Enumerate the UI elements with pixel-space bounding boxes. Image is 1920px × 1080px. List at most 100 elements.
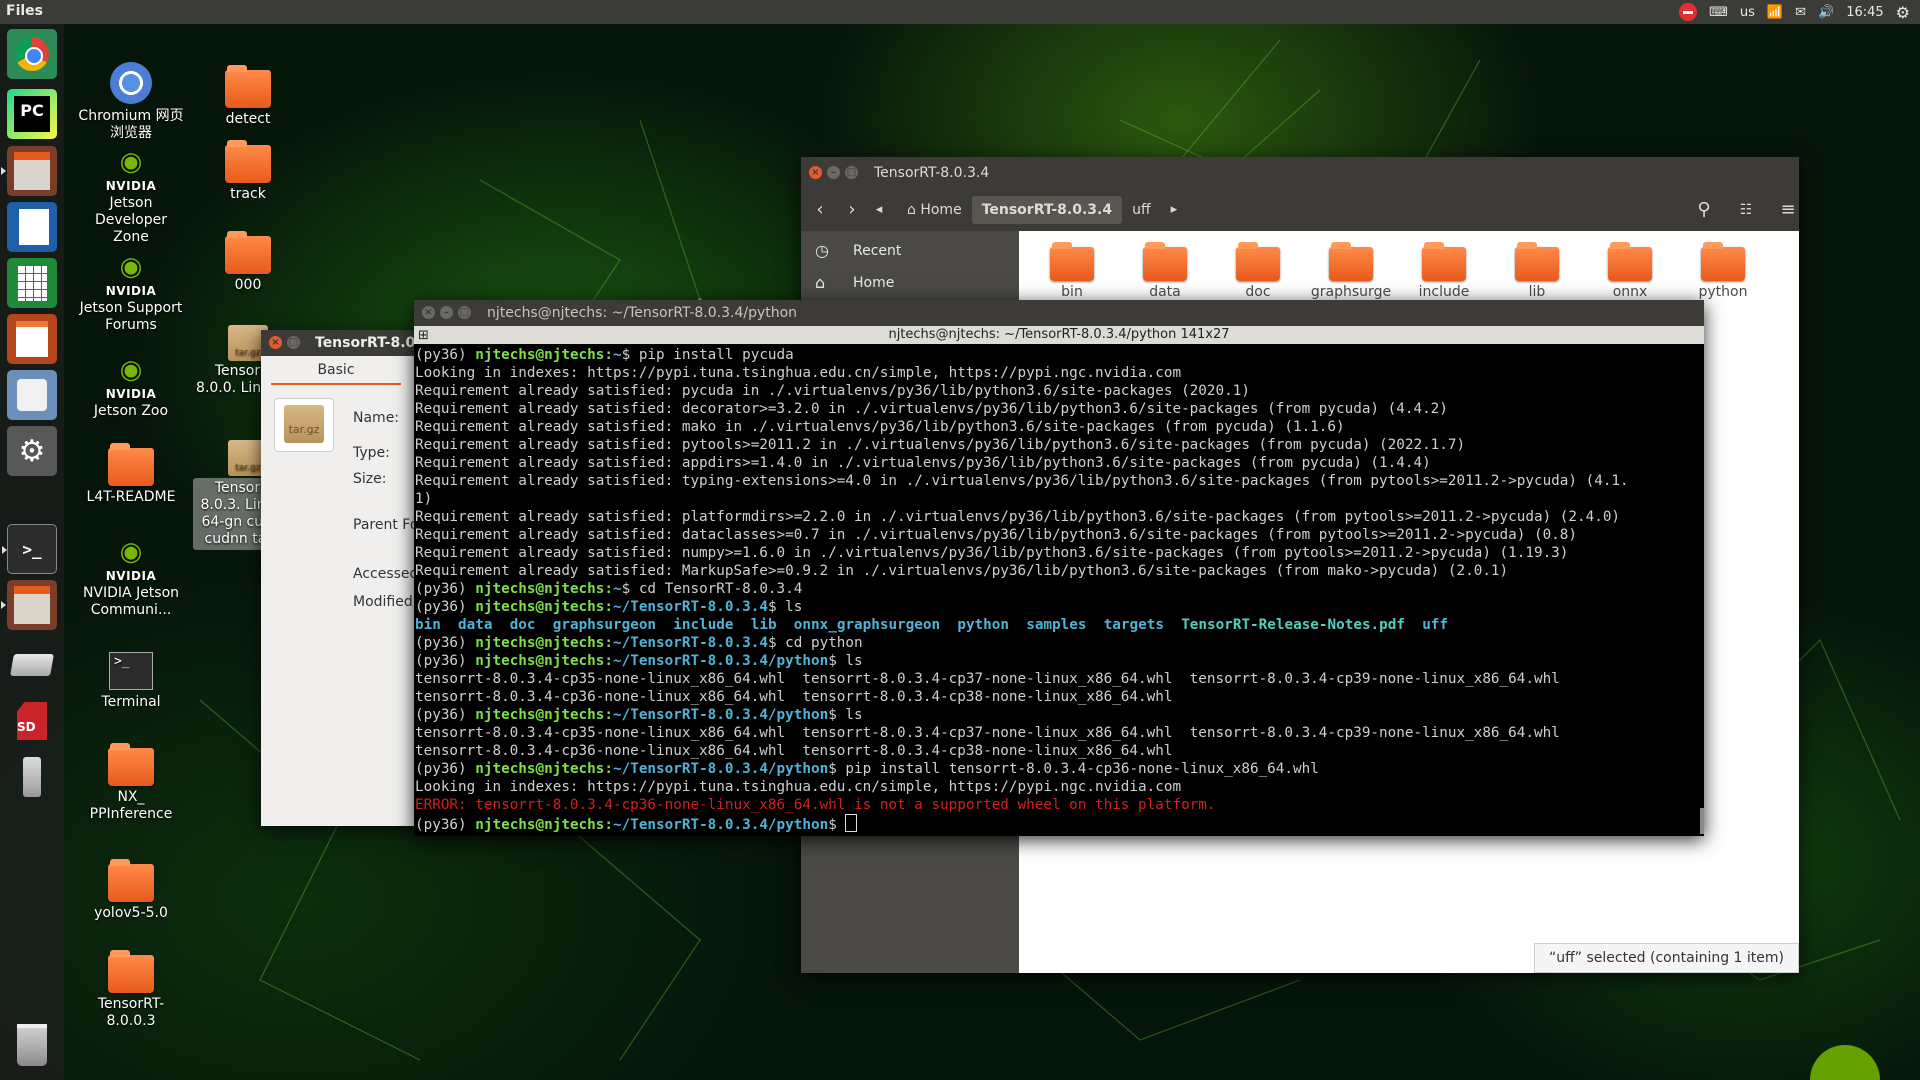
desktop-icon-jetson-zoo[interactable]: ◉ NVIDIA Jetson Zoo	[76, 357, 186, 420]
maximize-icon[interactable]: □	[458, 306, 471, 319]
desktop-icon-jetson-developer-zone[interactable]: ◉ NVIDIA Jetson Developer Zone	[76, 149, 186, 246]
ls-dir: onnx_graphsurgeon	[793, 617, 941, 633]
ls-gap	[734, 617, 751, 633]
desktop-icon-tensorrt-8003[interactable]: TensorRT-8.0.0.3	[76, 950, 186, 1030]
active-app-name[interactable]: Files	[6, 3, 43, 19]
software-center-launcher-icon[interactable]	[7, 370, 57, 420]
crumb-tensorrt[interactable]: TensorRT-8.0.3.4	[971, 196, 1123, 224]
keyboard-icon[interactable]: ⌨	[1709, 5, 1728, 20]
folder-item-onnx[interactable]: onnx	[1585, 241, 1675, 300]
menu-icon[interactable]: ≡	[1773, 196, 1803, 224]
clock[interactable]: 16:45	[1846, 5, 1883, 20]
impress-launcher-icon[interactable]	[7, 314, 57, 364]
home-icon: ⌂	[907, 202, 921, 218]
selection-status: “uff” selected (containing 1 item)	[1534, 943, 1799, 973]
desktop-icon-chromium[interactable]: Chromium 网页浏览器	[76, 62, 186, 142]
terminal-text: Requirement already satisfied: dataclass…	[415, 527, 1578, 543]
calc-launcher-icon[interactable]	[7, 258, 57, 308]
tab-basic[interactable]: Basic	[271, 357, 401, 385]
minimize-icon[interactable]: –	[827, 166, 840, 179]
prompt-env: (py36)	[415, 817, 476, 833]
usb-launcher-icon[interactable]	[7, 752, 57, 802]
breadcrumb: ⌂ Home TensorRT-8.0.3.4 uff ▸	[897, 196, 1187, 224]
terminal-line: (py36) njtechs@njtechs:~/TensorRT-8.0.3.…	[415, 760, 1704, 778]
terminal-tab-icon[interactable]: ⊞	[418, 327, 429, 345]
close-icon[interactable]: ×	[422, 306, 435, 319]
terminal-scrollbar[interactable]	[1700, 808, 1704, 834]
desktop-icon-000[interactable]: 000	[193, 231, 303, 294]
error-text: ERROR: tensorrt-8.0.3.4-cp36-none-linux_…	[415, 797, 1216, 813]
folder-item-graphsurge[interactable]: graphsurge	[1306, 241, 1396, 300]
writer-launcher-icon[interactable]	[7, 202, 57, 252]
ls-dir: bin	[415, 617, 441, 633]
pycharm-launcher-icon[interactable]: PC	[7, 89, 57, 139]
sd-card-launcher-icon[interactable]: SD	[7, 696, 57, 746]
folder-item-include[interactable]: include	[1399, 241, 1489, 300]
chromium-launcher-icon[interactable]	[7, 29, 57, 79]
drive-launcher-icon[interactable]	[7, 640, 57, 690]
close-icon[interactable]: ×	[809, 166, 822, 179]
mail-icon[interactable]: ✉	[1795, 5, 1806, 20]
folder-item-lib[interactable]: lib	[1492, 241, 1582, 300]
desktop-icon-nvidia-community[interactable]: ◉ NVIDIA NVIDIA Jetson Communi...	[76, 539, 186, 619]
maximize-icon[interactable]: □	[845, 166, 858, 179]
folder-item-data[interactable]: data	[1120, 241, 1210, 300]
sidebar-item-home[interactable]: ⌂ Home	[801, 267, 1019, 299]
volume-icon[interactable]: 🔊	[1818, 5, 1834, 20]
folder-link-icon	[1515, 242, 1559, 281]
gear-icon[interactable]: ⚙	[1896, 3, 1910, 22]
desktop-icon-jetson-support-forums[interactable]: ◉ NVIDIA Jetson Support Forums	[76, 252, 186, 334]
terminal-text: Requirement already satisfied: mako in .…	[415, 419, 1345, 435]
trash-launcher-icon[interactable]	[7, 1020, 57, 1070]
running-indicator-icon	[2, 546, 7, 554]
view-toggle-icon[interactable]: ☷	[1731, 196, 1761, 224]
prompt-env: (py36)	[415, 581, 476, 597]
crumb-uff[interactable]: uff	[1122, 196, 1161, 224]
terminal-window: × – □ njtechs@njtechs: ~/TensorRT-8.0.3.…	[414, 300, 1704, 836]
terminal-output[interactable]: (py36) njtechs@njtechs:~$ pip install py…	[414, 344, 1704, 833]
desktop-icon-l4t-readme[interactable]: L4T-README	[76, 443, 186, 506]
terminal-titlebar[interactable]: × – □ njtechs@njtechs: ~/TensorRT-8.0.3.…	[414, 300, 1704, 326]
ls-dir: graphsurgeon	[552, 617, 657, 633]
sidebar-item-recent[interactable]: ◷ Recent	[801, 235, 1019, 267]
files-launcher-icon-2[interactable]	[1, 580, 57, 630]
minimize-icon[interactable]: –	[440, 306, 453, 319]
terminal-line: tensorrt-8.0.3.4-cp35-none-linux_x86_64.…	[415, 724, 1704, 742]
desktop-icon-nx-ppinference[interactable]: NX_ PPInference	[76, 743, 186, 823]
files-launcher-icon[interactable]	[1, 146, 57, 196]
crumb-home[interactable]: ⌂ Home	[897, 196, 972, 224]
terminal-launcher-icon[interactable]: >_	[2, 524, 57, 574]
terminal-text: Requirement already satisfied: platformd…	[415, 509, 1621, 525]
prompt-command: $	[828, 817, 846, 833]
ls-dir: python	[957, 617, 1009, 633]
desktop-icon-detect[interactable]: detect	[193, 65, 303, 128]
ls-dir: include	[673, 617, 734, 633]
wifi-icon[interactable]: 📶	[1767, 5, 1783, 20]
back-button[interactable]: ‹	[805, 196, 835, 224]
maximize-icon[interactable]: □	[287, 336, 300, 349]
desktop-icon-yolov5[interactable]: yolov5-5.0	[76, 859, 186, 922]
folder-item-python[interactable]: python	[1678, 241, 1768, 300]
keyboard-layout[interactable]: us	[1740, 5, 1755, 20]
terminal-line: (py36) njtechs@njtechs:~/TensorRT-8.0.3.…	[415, 634, 1704, 652]
crumb-right-arrow[interactable]: ▸	[1161, 196, 1188, 224]
crumb-left-arrow[interactable]: ◂	[869, 196, 889, 224]
folder-item-doc[interactable]: doc	[1213, 241, 1303, 300]
search-icon[interactable]: ⚲	[1689, 196, 1719, 224]
close-icon[interactable]: ×	[269, 336, 282, 349]
terminal-line: Requirement already satisfied: platformd…	[415, 508, 1704, 526]
ls-gap	[1009, 617, 1026, 633]
folder-icon	[225, 65, 271, 108]
desktop-icon-terminal[interactable]: >_ Terminal	[76, 652, 186, 711]
nvidia-eye-icon: ◉	[119, 252, 143, 282]
terminal-text: Requirement already satisfied: appdirs>=…	[415, 455, 1431, 471]
files-titlebar[interactable]: × – □ TensorRT-8.0.3.4	[801, 157, 1799, 189]
folder-icon	[1236, 242, 1280, 281]
folder-link-icon	[1050, 242, 1094, 281]
folder-item-bin[interactable]: bin	[1027, 241, 1117, 300]
desktop-icon-track[interactable]: track	[193, 140, 303, 203]
forward-button[interactable]: ›	[837, 196, 867, 224]
settings-launcher-icon[interactable]: ⚙	[7, 426, 57, 476]
no-entry-icon[interactable]	[1679, 3, 1698, 21]
folder-icon	[108, 743, 154, 786]
